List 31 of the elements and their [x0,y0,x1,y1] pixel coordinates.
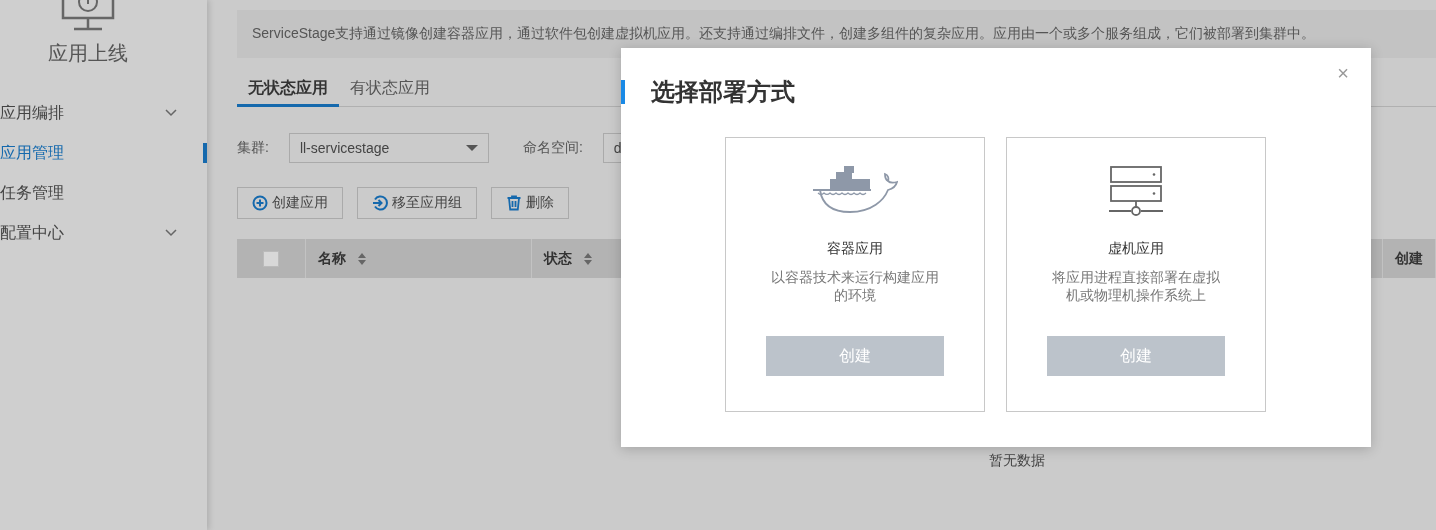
option-description: 将应用进程直接部署在虚拟机或物理机操作系统上 [1050,268,1221,304]
sidebar-item[interactable]: 应用管理 [0,133,207,173]
option-title: 虚机应用 [1107,240,1164,258]
checkbox[interactable] [263,250,279,267]
sidebar-title: 应用上线 [48,41,128,66]
action-button[interactable]: 移至应用组 [357,187,477,219]
sidebar-item[interactable]: 应用编排 [0,93,207,133]
select-field[interactable]: ll-servicestage [288,133,489,163]
tab[interactable]: 无状态应用 [237,72,339,107]
plus-circle-icon [252,195,268,211]
filter-label: 集群: [237,139,269,157]
column-header: 名称 [318,249,346,268]
filter-label: 命名空间: [522,139,583,157]
action-button[interactable]: 删除 [491,187,569,219]
column-header: 创建 [1395,249,1423,268]
monitor-icon [60,0,116,32]
tab[interactable]: 有状态应用 [339,72,441,107]
trash-icon [506,195,522,211]
sort-icon[interactable] [358,252,366,265]
arrow-circle-icon [372,195,388,211]
whale-icon [811,166,898,216]
option-description: 以容器技术来运行构建应用的环境 [769,268,940,304]
sort-icon[interactable] [584,252,592,265]
sidebar-item[interactable]: 任务管理 [0,173,207,213]
server-icon [1108,166,1163,216]
sidebar-item[interactable]: 配置中心 [0,213,207,253]
column-header: 状态 [544,249,572,268]
empty-message: 暂无数据 [989,452,1045,470]
dialog-title: 选择部署方式 [651,77,795,107]
option-title: 容器应用 [826,240,883,258]
action-button[interactable]: 创建应用 [237,187,343,219]
